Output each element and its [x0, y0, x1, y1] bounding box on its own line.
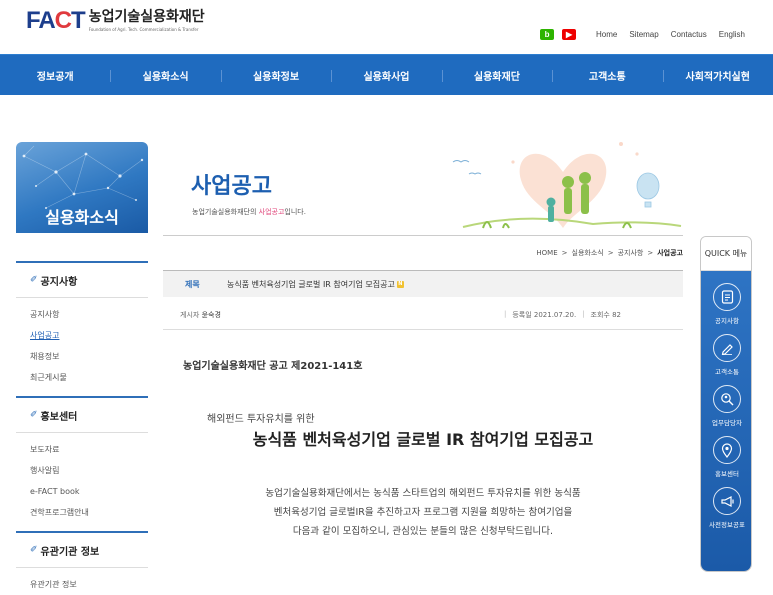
- side-group-title-pr[interactable]: ✐ 홍보센터: [16, 406, 148, 424]
- post-subject-row: 제목 농식품 벤처육성기업 글로벌 IR 참여기업 모집공고 N: [163, 270, 683, 297]
- utility-links: b ▶ Home Sitemap Contactus English: [540, 29, 745, 40]
- quick-menu-title: QUICK 메뉴: [701, 237, 751, 271]
- post-writer: 게시자 윤숙경: [180, 310, 221, 319]
- side-item-efact[interactable]: e-FACT book: [16, 481, 148, 502]
- breadcrumb-news[interactable]: 실용화소식: [572, 248, 604, 258]
- top-header: FACT 농업기술실용화재단 Foundation of Agri. Tech.…: [0, 0, 773, 54]
- side-item-related[interactable]: 유관기관 정보: [16, 574, 148, 595]
- quick-pr[interactable]: 홍보센터: [701, 432, 751, 483]
- nav-customer[interactable]: 고객소통: [552, 55, 662, 95]
- post-meta: 게시자 윤숙경 | 등록일 2021.07.20. | 조회수 82: [163, 300, 683, 330]
- chevron-right-icon: >: [607, 249, 614, 257]
- side-group-title-related[interactable]: ✐ 유관기관 정보: [16, 541, 148, 559]
- logo-mark: FACT: [26, 7, 86, 34]
- quick-staff[interactable]: 업무담당자: [701, 381, 751, 432]
- english-link[interactable]: English: [719, 30, 745, 39]
- quick-customer[interactable]: 고객소통: [701, 330, 751, 381]
- side-item-business-notice[interactable]: 사업공고: [16, 325, 148, 346]
- site-logo[interactable]: FACT 농업기술실용화재단 Foundation of Agri. Tech.…: [26, 8, 205, 38]
- family-illustration: [452, 142, 682, 229]
- post-subject: 농식품 벤처육성기업 글로벌 IR 참여기업 모집공고 N: [227, 279, 404, 289]
- nav-information[interactable]: 실용화정보: [220, 55, 331, 95]
- nav-info-disclosure[interactable]: 정보공개: [0, 55, 110, 95]
- breadcrumb-current: 사업공고: [657, 249, 683, 257]
- side-item-notice[interactable]: 공지사항: [16, 304, 148, 325]
- page-title: 사업공고: [191, 174, 272, 199]
- main-content: 사업공고 농업기술실용화재단의 사업공고입니다. HOME > 실용화소식 > …: [163, 130, 683, 537]
- nav-social-value[interactable]: 사회적가치실현: [662, 55, 773, 95]
- chevron-right-icon: >: [647, 249, 654, 257]
- page-subtitle: 농업기술실용화재단의 사업공고입니다.: [192, 208, 306, 216]
- side-nav-header: 실용화소식: [16, 142, 148, 233]
- side-item-press[interactable]: 보도자료: [16, 439, 148, 460]
- quick-disclosure[interactable]: 사전정보공표: [701, 483, 751, 534]
- notice-pretitle: 해외펀드 투자유치를 위한: [207, 414, 315, 425]
- side-group-related: ✐ 유관기관 정보 유관기관 정보: [16, 531, 148, 595]
- document-icon: [713, 283, 741, 311]
- side-item-tour[interactable]: 견학프로그램안내: [16, 502, 148, 523]
- nav-business[interactable]: 실용화사업: [331, 55, 441, 95]
- quick-menu: QUICK 메뉴 공지사항 고객소통 업무담당자 홍보센터 사전정보공표: [700, 236, 752, 572]
- meta-divider: |: [503, 309, 507, 318]
- home-link[interactable]: Home: [596, 30, 617, 39]
- quick-notice[interactable]: 공지사항: [701, 279, 751, 330]
- side-item-recent[interactable]: 최근게시물: [16, 367, 148, 388]
- search-person-icon: [713, 385, 741, 413]
- location-icon: [713, 436, 741, 464]
- side-group-title-notice[interactable]: ✐ 공지사항: [16, 271, 148, 289]
- logo-english: Foundation of Agri. Tech. Commercializat…: [88, 27, 199, 32]
- youtube-icon[interactable]: ▶: [562, 29, 577, 40]
- sitemap-link[interactable]: Sitemap: [629, 30, 658, 39]
- side-item-events[interactable]: 행사알림: [16, 460, 148, 481]
- notice-paragraph: 농업기술실용화재단에서는 농식품 스타트업의 해외펀드 투자유치를 위한 농식품…: [265, 488, 581, 537]
- blog-icon[interactable]: b: [540, 29, 555, 40]
- side-group-notice: ✐ 공지사항 공지사항 사업공고 채용정보 최근게시물: [16, 261, 148, 388]
- chevron-right-icon: >: [561, 249, 568, 257]
- notice-title: 농식품 벤처육성기업 글로벌 IR 참여기업 모집공고: [252, 430, 594, 449]
- nav-news[interactable]: 실용화소식: [110, 55, 220, 95]
- nav-foundation[interactable]: 실용화재단: [441, 55, 552, 95]
- contactus-link[interactable]: Contactus: [671, 30, 707, 39]
- breadcrumb: HOME > 실용화소식 > 공지사항 > 사업공고: [532, 248, 683, 258]
- breadcrumb-notice[interactable]: 공지사항: [618, 248, 644, 258]
- side-group-pr: ✐ 홍보센터 보도자료 행사알림 e-FACT book 견학프로그램안내: [16, 396, 148, 523]
- post-date: 등록일 2021.07.20.: [512, 310, 577, 319]
- new-badge: N: [396, 280, 404, 288]
- notice-number: 농업기술실용화재단 공고 제2021-141호: [183, 361, 363, 372]
- meta-divider: |: [582, 309, 585, 318]
- side-item-recruit[interactable]: 채용정보: [16, 346, 148, 367]
- logo-name: 농업기술실용화재단: [88, 9, 205, 25]
- main-navigation: 정보공개 실용화소식 실용화정보 실용화사업 실용화재단 고객소통 사회적가치실…: [0, 54, 773, 95]
- page-header: 사업공고 농업기술실용화재단의 사업공고입니다.: [163, 130, 683, 236]
- side-navigation: 실용화소식 ✐ 공지사항 공지사항 사업공고 채용정보 최근게시물 ✐ 홍보센터 보…: [16, 142, 148, 589]
- post-views: 조회수 82: [590, 310, 621, 319]
- pencil-icon: [713, 334, 741, 362]
- megaphone-icon: [713, 487, 741, 515]
- subject-label: 제목: [185, 279, 200, 289]
- side-nav-title: 실용화소식: [45, 208, 119, 227]
- breadcrumb-home[interactable]: HOME: [536, 249, 557, 257]
